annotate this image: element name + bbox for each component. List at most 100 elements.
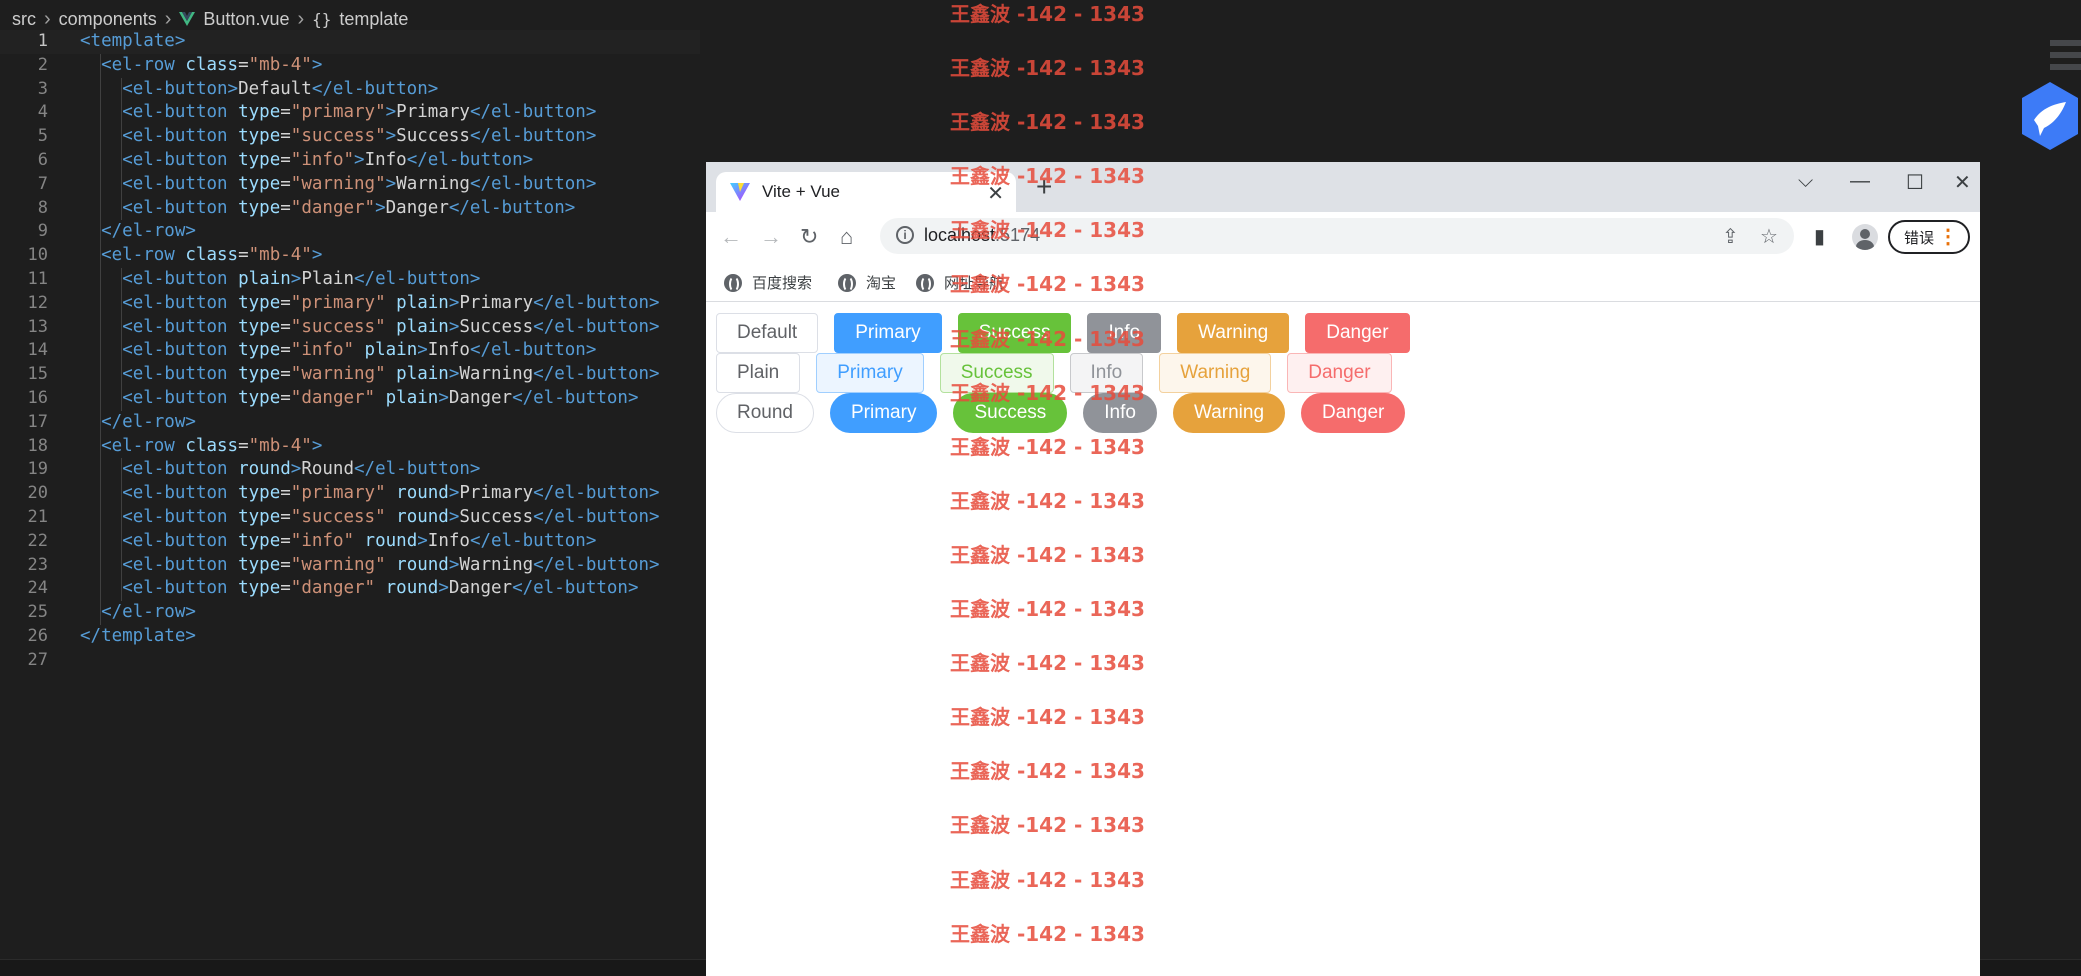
- back-icon[interactable]: ←: [720, 224, 742, 250]
- address-bar[interactable]: i localhost:5174 ⇪ ☆: [880, 218, 1794, 254]
- line-number: 25: [27, 602, 48, 623]
- primary-round-button[interactable]: Primary: [830, 393, 938, 433]
- url-text[interactable]: localhost:5174: [924, 225, 1040, 246]
- code-line[interactable]: 26 </template>: [0, 625, 700, 649]
- plain-plain-button[interactable]: Plain: [716, 353, 801, 393]
- code-line[interactable]: 20 <el-button type="primary" round>Primar…: [0, 482, 700, 506]
- code-text: <el-row class="mb-4">: [101, 245, 323, 266]
- code-line[interactable]: 18 <el-row class="mb-4">: [0, 435, 700, 459]
- forward-icon[interactable]: →: [760, 224, 782, 250]
- info-solid-button[interactable]: Info: [1087, 313, 1162, 353]
- code-line[interactable]: 5 <el-button type="success">Success</el-b…: [0, 125, 700, 149]
- error-button[interactable]: 错误 ⋮: [1888, 220, 1970, 254]
- code-line[interactable]: 2 <el-row class="mb-4">: [0, 54, 700, 78]
- home-icon[interactable]: ⌂: [840, 224, 853, 250]
- code-line[interactable]: 15 <el-button type="warning" plain>Warnin…: [0, 363, 700, 387]
- default-solid-button[interactable]: Default: [716, 313, 819, 353]
- minimize-icon[interactable]: —: [1850, 170, 1870, 193]
- bookmark-nav[interactable]: 网址导航: [916, 272, 1004, 293]
- code-line[interactable]: 16 <el-button type="danger" plain>Danger<…: [0, 387, 700, 411]
- code-line[interactable]: 6 <el-button type="info">Info</el-button>: [0, 149, 700, 173]
- code-text: </el-row>: [101, 411, 196, 432]
- bookmark-star-icon[interactable]: ☆: [1760, 224, 1778, 249]
- code-line[interactable]: 1 <template>: [0, 30, 700, 54]
- code-line[interactable]: 27: [0, 649, 700, 673]
- share-icon[interactable]: ⇪: [1722, 224, 1739, 249]
- tab-vite-vue[interactable]: Vite + Vue ✕: [716, 172, 1016, 212]
- danger-plain-button[interactable]: Danger: [1287, 353, 1392, 393]
- code-line[interactable]: 11 <el-button plain>Plain</el-button>: [0, 268, 700, 292]
- breadcrumb-file[interactable]: Button.vue: [203, 9, 289, 30]
- code-area[interactable]: 1 <template> 2 <el-row class="mb-4"> 3 <el-bu…: [0, 30, 700, 673]
- site-info-icon[interactable]: i: [896, 226, 914, 244]
- indent-guide: [100, 53, 101, 625]
- success-plain-button[interactable]: Success: [939, 353, 1054, 393]
- tab-search-icon[interactable]: ⌵: [1798, 170, 1813, 193]
- primary-solid-button[interactable]: Primary: [834, 313, 942, 353]
- reload-icon[interactable]: ↻: [800, 224, 818, 250]
- code-text: <el-button type="info" round>Info</el-bu…: [122, 530, 597, 551]
- line-number: 5: [37, 126, 48, 147]
- code-line[interactable]: 21 <el-button type="success" round>Succes…: [0, 506, 700, 530]
- code-text: <el-button type="danger" round>Danger</e…: [122, 578, 639, 599]
- line-number: 17: [27, 411, 48, 432]
- code-line[interactable]: 13 <el-button type="success" plain>Succes…: [0, 316, 700, 340]
- profile-avatar[interactable]: [1852, 224, 1878, 250]
- bird-app-icon[interactable]: [2018, 78, 2081, 156]
- code-line[interactable]: 19 <el-button round>Round</el-button>: [0, 458, 700, 482]
- braces-icon: {}: [312, 9, 332, 29]
- code-line[interactable]: 17 </el-row>: [0, 411, 700, 435]
- code-line[interactable]: 3 <el-button>Default</el-button>: [0, 78, 700, 102]
- warning-solid-button[interactable]: Warning: [1177, 313, 1290, 353]
- warning-plain-button[interactable]: Warning: [1159, 353, 1272, 393]
- line-number: 9: [37, 221, 48, 242]
- code-line[interactable]: 9 </el-row>: [0, 220, 700, 244]
- code-line[interactable]: 14 <el-button type="info" plain>Info</el-…: [0, 339, 700, 363]
- code-text: <el-button type="primary">Primary</el-bu…: [122, 102, 597, 123]
- new-tab-button[interactable]: +: [1036, 173, 1052, 201]
- minimap[interactable]: [2050, 34, 2081, 84]
- code-line[interactable]: 23 <el-button type="warning" round>Warnin…: [0, 554, 700, 578]
- code-line[interactable]: 7 <el-button type="warning">Warning</el-b…: [0, 173, 700, 197]
- code-line[interactable]: 25 </el-row>: [0, 601, 700, 625]
- close-tab-icon[interactable]: ✕: [987, 181, 1004, 206]
- success-solid-button[interactable]: Success: [957, 313, 1072, 353]
- breadcrumb-src[interactable]: src: [12, 9, 36, 30]
- code-line[interactable]: 4 <el-button type="primary">Primary</el-b…: [0, 101, 700, 125]
- bookmark-taobao[interactable]: 淘宝: [838, 272, 896, 293]
- side-panel-icon[interactable]: ▮: [1814, 224, 1825, 249]
- code-line[interactable]: 24 <el-button type="danger" round>Danger<…: [0, 577, 700, 601]
- indent-guide: [121, 77, 123, 221]
- primary-plain-button[interactable]: Primary: [816, 353, 924, 393]
- bookmark-baidu[interactable]: 百度搜索: [724, 272, 812, 293]
- button-row-default: Default Primary Success Info Warning Danger: [716, 313, 1426, 353]
- breadcrumb-template[interactable]: template: [339, 9, 408, 30]
- warning-round-button[interactable]: Warning: [1172, 393, 1286, 433]
- line-number: 18: [27, 435, 48, 456]
- code-line[interactable]: 12 <el-button type="primary" plain>Primar…: [0, 292, 700, 316]
- code-line[interactable]: 8 <el-button type="danger">Danger</el-but…: [0, 197, 700, 221]
- globe-icon: [724, 273, 742, 292]
- success-round-button[interactable]: Success: [953, 393, 1068, 433]
- round-round-button[interactable]: Round: [716, 393, 814, 433]
- code-text: <el-button type="primary" round>Primary<…: [122, 483, 660, 504]
- danger-solid-button[interactable]: Danger: [1305, 313, 1410, 353]
- line-number: 14: [27, 340, 48, 361]
- code-line[interactable]: 10 <el-row class="mb-4">: [0, 244, 700, 268]
- line-number: 6: [37, 149, 48, 170]
- maximize-icon[interactable]: ☐: [1906, 170, 1924, 195]
- line-number: 26: [27, 625, 48, 646]
- code-text: <el-button type="success">Success</el-bu…: [122, 126, 597, 147]
- info-round-button[interactable]: Info: [1083, 393, 1157, 433]
- browser-window[interactable]: Vite + Vue ✕ + ⌵ — ☐ ✕ ← → ↻ ⌂ i localho…: [706, 162, 1980, 976]
- line-number: 12: [27, 292, 48, 313]
- code-text: <el-button type="danger" plain>Danger</e…: [122, 387, 639, 408]
- close-window-icon[interactable]: ✕: [1954, 170, 1971, 195]
- breadcrumb-components[interactable]: components: [59, 9, 157, 30]
- info-plain-button[interactable]: Info: [1069, 353, 1144, 393]
- danger-round-button[interactable]: Danger: [1301, 393, 1406, 433]
- menu-dots-icon: ⋮: [1938, 226, 1958, 248]
- code-line[interactable]: 22 <el-button type="info" round>Info</el-…: [0, 530, 700, 554]
- line-number: 27: [27, 649, 48, 670]
- code-text: <el-button round>Round</el-button>: [122, 459, 481, 480]
